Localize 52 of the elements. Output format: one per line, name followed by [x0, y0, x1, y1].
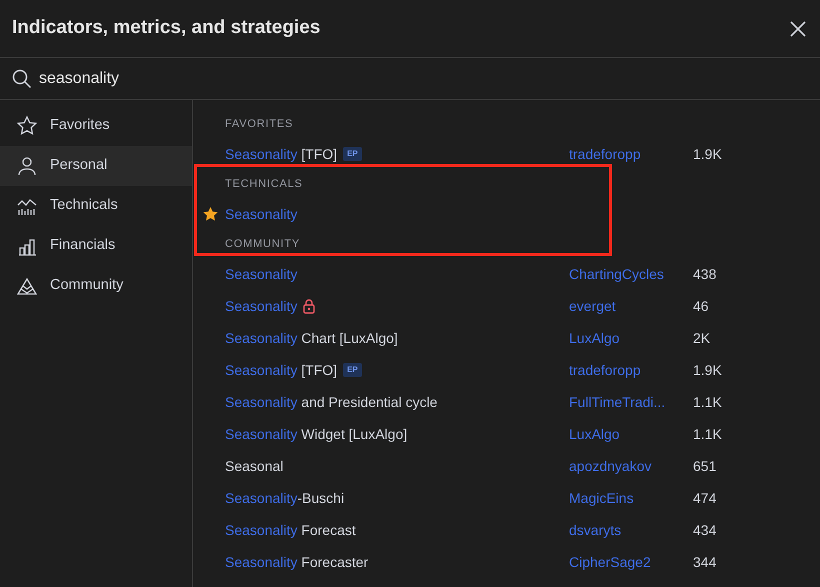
close-icon[interactable] — [788, 18, 808, 38]
script-name[interactable]: Seasonality Forecaster — [225, 552, 368, 572]
author-link[interactable]: tradeforopp — [569, 144, 693, 164]
sidebar-item[interactable]: Personal — [0, 146, 192, 186]
script-name[interactable]: Seasonality — [225, 204, 298, 224]
script-name[interactable]: Seasonality [TFO] — [225, 360, 338, 380]
sidebar-item[interactable]: Financials — [0, 226, 192, 266]
usage-count: 1.9K — [693, 360, 722, 380]
section-heading: FAVORITES — [224, 116, 294, 132]
script-name[interactable]: Seasonality-Buschi — [225, 488, 344, 508]
script-name[interactable]: Seasonal — [225, 456, 284, 476]
script-name[interactable]: Seasonality Widget [LuxAlgo] — [225, 424, 408, 444]
search-field[interactable]: seasonality — [39, 66, 339, 90]
script-name[interactable]: Seasonality Chart [LuxAlgo] — [225, 328, 398, 348]
script-name[interactable]: Seasonality Forecast — [225, 520, 356, 540]
author-link[interactable]: FullTimeTradi... — [569, 392, 693, 412]
script-name[interactable]: Seasonality [TFO] — [225, 144, 338, 164]
author-link[interactable]: LuxAlgo — [569, 424, 693, 444]
usage-count: 434 — [693, 520, 716, 540]
script-name[interactable]: Seasonality and Presidential cycle — [225, 392, 438, 412]
author-link[interactable]: tradeforopp — [569, 360, 693, 380]
author-link[interactable]: dsvaryts — [569, 520, 693, 540]
star-icon[interactable] — [203, 207, 218, 221]
usage-count: 1.9K — [693, 144, 722, 164]
mountains-icon — [16, 275, 38, 297]
section-heading: TECHNICALS — [224, 176, 304, 192]
search-icon — [12, 68, 32, 88]
usage-count: 438 — [693, 264, 716, 284]
author-link[interactable]: LuxAlgo — [569, 328, 693, 348]
sidebar-item[interactable]: Technicals — [0, 186, 192, 226]
usage-count: 651 — [693, 456, 716, 476]
script-name[interactable]: Seasonality — [225, 296, 298, 316]
author-link[interactable]: apozdnyakov — [569, 456, 693, 476]
sidebar-item[interactable]: Favorites — [0, 106, 192, 146]
usage-count: 1.1K — [693, 424, 722, 444]
usage-count: 474 — [693, 488, 716, 508]
dialog-title: Indicators, metrics, and strategies — [12, 16, 320, 40]
badge-label: EP — [343, 147, 362, 161]
author-link[interactable]: everget — [569, 296, 693, 316]
sidebar-item[interactable]: Community — [0, 266, 192, 306]
usage-count: 344 — [693, 552, 716, 572]
usage-count: 46 — [693, 296, 709, 316]
section-heading: COMMUNITY — [224, 236, 302, 252]
script-name[interactable]: Seasonality — [225, 264, 298, 284]
badge-label: EP — [343, 363, 362, 377]
author-link[interactable]: ChartingCycles — [569, 264, 693, 284]
author-link[interactable]: CipherSage2 — [569, 552, 693, 572]
person-icon — [16, 155, 38, 177]
usage-count: 2K — [693, 328, 710, 348]
author-link[interactable]: MagicEins — [569, 488, 693, 508]
usage-count: 1.1K — [693, 392, 722, 412]
star-icon — [16, 115, 38, 137]
